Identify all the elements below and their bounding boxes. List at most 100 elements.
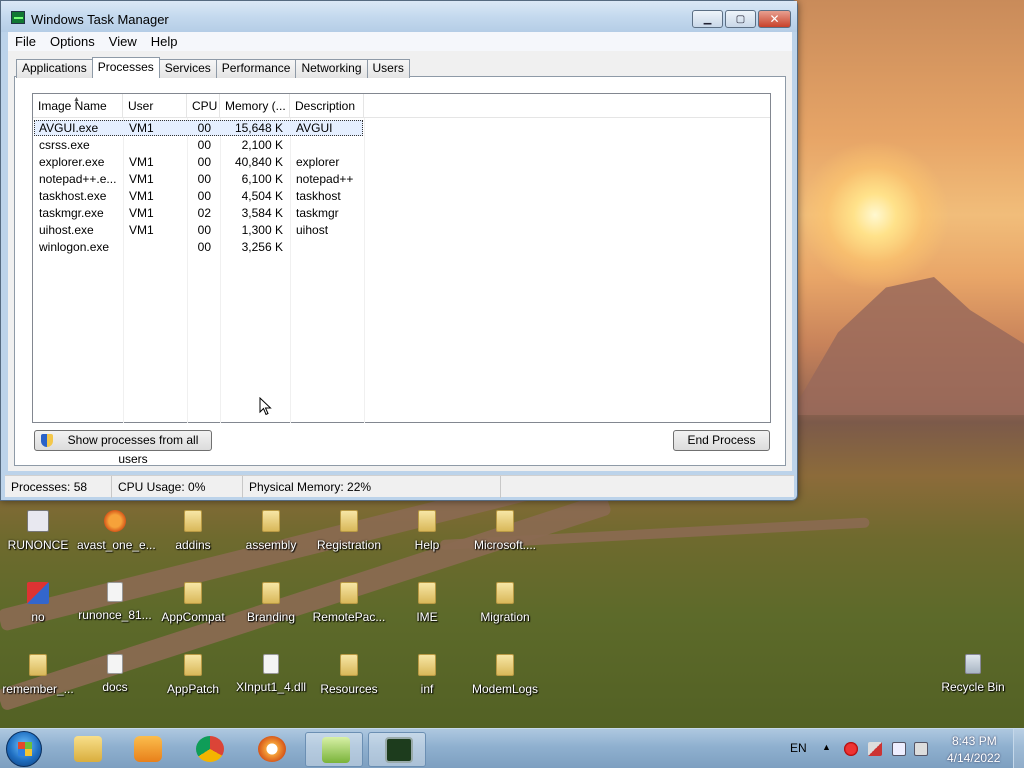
desktop-icon-label: XInput1_4.dll	[235, 680, 307, 694]
file-icon	[263, 654, 279, 674]
column-image-name[interactable]: ▲ Image Name	[33, 94, 123, 118]
process-list[interactable]: ▲ Image Name User Name CPU Memory (... D…	[32, 93, 771, 423]
wallpaper-mountain	[790, 277, 1024, 415]
desktop-icon[interactable]: AppPatch	[155, 654, 231, 696]
desktop-icon[interactable]: assembly	[233, 510, 309, 552]
sort-ascending-icon: ▲	[73, 96, 80, 103]
process-memory: 40,840 K	[234, 155, 283, 169]
desktop-icon-label: no	[31, 610, 45, 624]
desktop-icon[interactable]: Help	[389, 510, 465, 552]
process-user-name	[129, 137, 189, 154]
desktop-icon-label: runonce_81...	[78, 608, 152, 622]
recycle-bin-icon	[965, 654, 981, 674]
desktop-icon-label: Registration	[316, 538, 382, 552]
desktop-icon[interactable]: XInput1_4.dll	[233, 654, 309, 694]
process-image-name: AVGUI.exe	[39, 121, 99, 135]
desktop-icon[interactable]: RemotePac...	[311, 582, 387, 624]
task-manager-window: Windows Task Manager ▁ ▢ ✕ File Options …	[0, 0, 798, 501]
process-user-name: VM1	[129, 155, 154, 169]
process-row[interactable]: uihost.exe VM1 00 1,300 K uihost	[33, 222, 770, 239]
taskbar-task-manager[interactable]	[368, 732, 426, 767]
minimize-button[interactable]: ▁	[692, 10, 723, 28]
menu-file[interactable]: File	[8, 34, 43, 49]
action-center-icon[interactable]	[868, 742, 882, 756]
clock-time[interactable]: 8:43 PM	[952, 734, 997, 748]
process-description	[296, 137, 366, 154]
desktop-icon-label: assembly	[245, 538, 297, 552]
column-user-name[interactable]: User Name	[123, 94, 187, 137]
column-cpu[interactable]: CPU	[187, 94, 220, 118]
taskbar-avast[interactable]	[242, 732, 300, 767]
desktop-icon[interactable]: remember_...	[0, 654, 76, 696]
desktop-icon[interactable]: RUNONCE	[0, 510, 76, 552]
desktop-icon[interactable]: Migration	[467, 582, 543, 624]
uac-shield-icon	[41, 434, 53, 447]
tab-services[interactable]: Services	[158, 59, 217, 78]
desktop-icon-label: ModemLogs	[471, 682, 539, 696]
desktop-icon[interactable]: docs	[77, 654, 153, 694]
desktop-icon[interactable]: Registration	[311, 510, 387, 552]
folder-icon	[418, 582, 436, 604]
tab-strip: Applications Processes Services Performa…	[16, 57, 410, 78]
process-row[interactable]: winlogon.exe 00 3,256 K	[33, 239, 770, 256]
desktop-icon[interactable]: inf	[389, 654, 465, 696]
desktop-icon-label: Recycle Bin	[941, 680, 1005, 694]
language-indicator[interactable]: EN	[790, 741, 807, 755]
process-row[interactable]: AVGUI.exe VM1 00 15,648 K AVGUI	[33, 120, 770, 137]
tab-applications[interactable]: Applications	[16, 59, 93, 78]
tab-processes[interactable]: Processes	[91, 57, 160, 78]
taskbar-explorer[interactable]	[58, 732, 116, 767]
taskbar-media-player[interactable]	[118, 732, 176, 767]
menu-help[interactable]: Help	[144, 34, 185, 49]
close-button[interactable]: ✕	[758, 10, 791, 28]
avast-icon	[104, 510, 126, 532]
taskbar-notepad-plus-plus[interactable]	[305, 732, 363, 767]
desktop-icon-label: docs	[102, 680, 128, 694]
desktop-icon[interactable]: Recycle Bin	[935, 654, 1011, 694]
show-desktop-button[interactable]	[1013, 729, 1024, 768]
volume-icon[interactable]	[914, 742, 928, 756]
process-image-name: csrss.exe	[39, 138, 90, 152]
menu-options[interactable]: Options	[43, 34, 102, 49]
column-memory[interactable]: Memory (...	[220, 94, 290, 118]
process-row[interactable]: taskhost.exe VM1 00 4,504 K taskhost	[33, 188, 770, 205]
tab-performance[interactable]: Performance	[215, 59, 297, 78]
taskbar-chrome[interactable]	[180, 732, 238, 767]
menu-view[interactable]: View	[102, 34, 144, 49]
desktop-icon[interactable]: runonce_81...	[77, 582, 153, 622]
desktop-icon-label: Microsoft....	[473, 538, 536, 552]
tab-networking[interactable]: Networking	[295, 59, 368, 78]
network-icon[interactable]	[892, 742, 906, 756]
desktop-icon[interactable]: Microsoft....	[467, 510, 543, 552]
process-row[interactable]: taskmgr.exe VM1 02 3,584 K taskmgr	[33, 205, 770, 222]
desktop-icon[interactable]: AppCompat	[155, 582, 231, 624]
maximize-button[interactable]: ▢	[725, 10, 756, 28]
title-bar[interactable]: Windows Task Manager ▁ ▢ ✕	[1, 1, 797, 32]
desktop-icon[interactable]: Resources	[311, 654, 387, 696]
process-user-name	[129, 239, 189, 256]
desktop-icon[interactable]: addins	[155, 510, 231, 552]
show-hidden-icons-icon[interactable]: ▲	[822, 742, 831, 752]
folder-icon	[184, 654, 202, 676]
tab-users[interactable]: Users	[366, 59, 410, 78]
desktop-icon[interactable]: ModemLogs	[467, 654, 543, 696]
security-alert-icon[interactable]	[844, 742, 858, 756]
desktop-icon-label: AppCompat	[161, 610, 225, 624]
start-button[interactable]	[6, 731, 42, 767]
desktop-icon[interactable]: avast_one_e...	[77, 510, 156, 552]
desktop-icon-label: RUNONCE	[7, 538, 69, 552]
show-all-processes-button[interactable]: Show processes from all users	[34, 430, 212, 466]
desktop-icon[interactable]: IME	[389, 582, 465, 624]
column-description[interactable]: Description	[290, 94, 364, 118]
process-row[interactable]: explorer.exe VM1 00 40,840 K explorer	[33, 154, 770, 171]
process-list-header: ▲ Image Name User Name CPU Memory (... D…	[33, 94, 770, 137]
process-memory: 4,504 K	[241, 189, 283, 203]
desktop-icon[interactable]: no	[0, 582, 76, 624]
process-row[interactable]: csrss.exe 00 2,100 K	[33, 137, 770, 154]
desktop-icon[interactable]: Branding	[233, 582, 309, 624]
process-row[interactable]: notepad++.e... VM1 00 6,100 K notepad++	[33, 171, 770, 188]
end-process-button[interactable]: End Process	[673, 430, 770, 451]
folder-icon	[418, 510, 436, 532]
clock-date[interactable]: 4/14/2022	[947, 751, 1000, 765]
runonce-icon	[27, 510, 49, 532]
